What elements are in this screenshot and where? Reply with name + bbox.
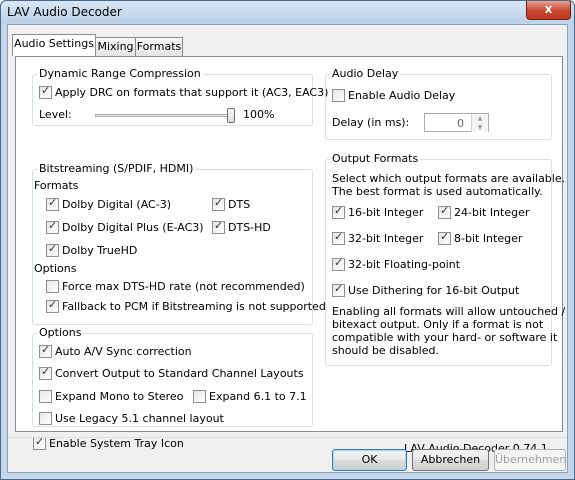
tab-label: Audio Settings xyxy=(14,37,94,50)
delay-ms-spinbox[interactable]: 0 ▲ ▼ xyxy=(424,113,489,132)
apply-drc-label: Apply DRC on formats that support it (AC… xyxy=(55,86,329,99)
footer-separator xyxy=(8,437,567,438)
audio-delay-group-title: Audio Delay xyxy=(330,67,401,80)
format-dtshd-label: DTS-HD xyxy=(228,221,271,234)
output-formats-group: Output Formats Select which output forma… xyxy=(325,152,565,366)
format-ac3-checkbox[interactable] xyxy=(46,196,59,211)
expand-61-label: Expand 6.1 to 7.1 xyxy=(209,390,307,403)
tab-mixing[interactable]: Mixing xyxy=(95,37,136,56)
system-tray-checkbox[interactable] xyxy=(33,435,46,450)
bitstreaming-group-title: Bitstreaming (S/PDIF, HDMI) xyxy=(37,162,196,175)
format-ac3-label: Dolby Digital (AC-3) xyxy=(62,198,171,211)
expand-mono-checkbox[interactable] xyxy=(39,390,52,403)
format-truehd-label: Dolby TrueHD xyxy=(62,244,138,257)
tab-formats[interactable]: Formats xyxy=(135,37,183,56)
output-32bit-label: 32-bit Integer xyxy=(348,232,424,245)
fallback-pcm-checkbox[interactable] xyxy=(46,298,59,313)
output-8bit-label: 8-bit Integer xyxy=(454,232,523,245)
spin-down-icon[interactable]: ▼ xyxy=(471,123,488,132)
format-truehd-checkbox[interactable] xyxy=(46,242,59,257)
output-32float-checkbox[interactable] xyxy=(332,256,345,271)
force-dtshd-rate-checkbox[interactable] xyxy=(46,280,59,293)
fallback-pcm-label: Fallback to PCM if Bitstreaming is not s… xyxy=(62,300,326,313)
output-note-1: Enabling all formats will allow untouche… xyxy=(332,305,566,318)
output-note-3: compatible with your hard- or software i… xyxy=(332,331,558,344)
tab-audio-settings[interactable]: Audio Settings xyxy=(12,34,96,56)
drc-group-title: Dynamic Range Compression xyxy=(37,67,203,80)
delay-ms-value: 0 xyxy=(457,117,464,130)
title-bar[interactable]: LAV Audio Decoder x xyxy=(1,1,574,23)
cancel-button[interactable]: Abbrechen xyxy=(412,449,489,471)
window-title: LAV Audio Decoder xyxy=(7,5,122,19)
enable-audio-delay-label: Enable Audio Delay xyxy=(348,89,456,102)
auto-av-sync-label: Auto A/V Sync correction xyxy=(55,345,192,358)
output-24bit-label: 24-bit Integer xyxy=(454,206,530,219)
drc-group: Dynamic Range Compression Apply DRC on f… xyxy=(32,67,328,126)
expand-61-checkbox[interactable] xyxy=(193,390,206,403)
apply-button[interactable]: Übernehmen xyxy=(494,449,566,471)
legacy-51-checkbox[interactable] xyxy=(39,412,52,425)
output-16bit-checkbox[interactable] xyxy=(332,204,345,219)
format-dtshd-checkbox[interactable] xyxy=(212,219,225,234)
drc-level-slider[interactable] xyxy=(95,114,231,117)
output-formats-desc-2: The best format is used automatically. xyxy=(332,185,543,198)
output-formats-group-title: Output Formats xyxy=(330,152,421,165)
output-32float-label: 32-bit Floating-point xyxy=(348,258,461,271)
dither-checkbox[interactable] xyxy=(332,282,345,297)
format-eac3-label: Dolby Digital Plus (E-AC3) xyxy=(62,221,204,234)
auto-av-sync-checkbox[interactable] xyxy=(39,343,52,358)
format-dts-checkbox[interactable] xyxy=(212,196,225,211)
tab-label: Mixing xyxy=(97,40,134,53)
options-group: Options Auto A/V Sync correction Convert… xyxy=(32,326,313,427)
output-note-2: bitexact output. Only if a format is not xyxy=(332,318,544,331)
dither-label: Use Dithering for 16-bit Output xyxy=(348,284,520,297)
output-16bit-label: 16-bit Integer xyxy=(348,206,424,219)
output-8bit-checkbox[interactable] xyxy=(438,230,451,245)
close-button[interactable]: x xyxy=(526,1,571,20)
bitstream-options-heading: Options xyxy=(34,262,77,275)
apply-drc-checkbox[interactable] xyxy=(39,84,52,99)
drc-level-label: Level: xyxy=(39,108,72,121)
expand-mono-label: Expand Mono to Stereo xyxy=(55,390,184,403)
audio-delay-group: Audio Delay Enable Audio Delay Delay (in… xyxy=(325,67,552,140)
ok-button[interactable]: OK xyxy=(332,449,407,471)
bitstreaming-group: Bitstreaming (S/PDIF, HDMI) Formats Dolb… xyxy=(32,162,326,325)
tab-label: Formats xyxy=(136,40,182,53)
drc-level-slider-thumb[interactable] xyxy=(227,108,235,123)
system-tray-label: Enable System Tray Icon xyxy=(49,437,184,450)
tab-panel-audio-settings: Dynamic Range Compression Apply DRC on f… xyxy=(15,56,565,455)
format-dts-label: DTS xyxy=(228,198,251,211)
convert-layouts-label: Convert Output to Standard Channel Layou… xyxy=(55,367,304,380)
force-dtshd-rate-label: Force max DTS-HD rate (not recommended) xyxy=(62,280,305,293)
legacy-51-label: Use Legacy 5.1 channel layout xyxy=(55,412,224,425)
drc-level-value: 100% xyxy=(243,108,275,121)
output-24bit-checkbox[interactable] xyxy=(438,204,451,219)
output-note-4: should be disabled. xyxy=(332,344,439,357)
dialog-client: Audio Settings Mixing Formats Dynamic Ra… xyxy=(7,24,568,473)
output-32bit-checkbox[interactable] xyxy=(332,230,345,245)
spin-up-icon[interactable]: ▲ xyxy=(471,114,488,123)
options-group-title: Options xyxy=(37,326,84,339)
convert-layouts-checkbox[interactable] xyxy=(39,365,52,380)
delay-ms-label: Delay (in ms): xyxy=(332,116,410,129)
output-formats-desc-1: Select which output formats are availabl… xyxy=(332,172,566,185)
close-icon: x xyxy=(544,2,553,16)
enable-audio-delay-checkbox[interactable] xyxy=(332,89,345,102)
format-eac3-checkbox[interactable] xyxy=(46,219,59,234)
dialog-window: LAV Audio Decoder x Audio Settings Mixin… xyxy=(0,0,575,480)
formats-heading: Formats xyxy=(34,179,79,192)
